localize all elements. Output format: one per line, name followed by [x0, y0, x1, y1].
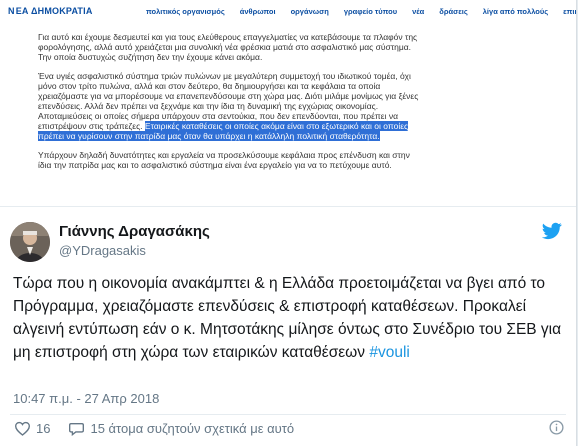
site-nav-item: οργάνωση — [290, 7, 329, 16]
author-name[interactable]: Γιάννης Δραγασάκης — [59, 223, 210, 240]
author-handle[interactable]: @YDragasakis — [59, 243, 146, 258]
tweet-timestamp[interactable]: 10:47 π.μ. - 27 Απρ 2018 — [13, 391, 159, 406]
article-paragraph: Ένα υγιές ασφαλιστικό σύστημα τριών πυλώ… — [38, 71, 508, 141]
logo-text: ΕΑ ΔΗΜΟΚΡΑΤΙΑ — [15, 6, 93, 16]
hashtag-link[interactable]: #vouli — [369, 344, 410, 361]
site-nav-item: νέα — [412, 7, 425, 16]
article-line-text: Για αυτό και έχουμε δεσμευτεί και για το… — [38, 32, 418, 42]
divider — [10, 414, 566, 415]
article-line-text: Αποταμιεύσεις οι οποίες σήμερα υπάρχουν … — [38, 111, 399, 121]
site-nav-item: επικοινων — [563, 7, 576, 16]
tweet-card: ΝΕΑ ΔΗΜΟΚΡΑΤΙΑ πολιτικός οργανισμός άνθρω… — [0, 0, 577, 446]
article-line: Ένα υγιές ασφαλιστικό σύστημα τριών πυλώ… — [38, 71, 508, 81]
article-line: μόνο στον τρίτο πυλώνα, αλλά και στον δε… — [38, 81, 508, 91]
site-nav-bar: ΝΕΑ ΔΗΜΟΚΡΑΤΙΑ πολιτικός οργανισμός άνθρω… — [0, 0, 576, 26]
article-line: Για αυτό και έχουμε δεσμευτεί και για το… — [38, 32, 508, 42]
tweet-actions: 16 15 άτομα συζητούν σχετικά με αυτό — [14, 421, 312, 436]
article-paragraph: Για αυτό και έχουμε δεσμευτεί και για το… — [38, 32, 508, 62]
article-text: Για αυτό και έχουμε δεσμευτεί και για το… — [38, 32, 508, 179]
tweet-text: Τώρα που η οικονομία ανακάμπτει & η Ελλά… — [13, 272, 565, 364]
article-line-text: Ένα υγιές ασφαλιστικό σύστημα τριών πυλώ… — [38, 71, 411, 81]
site-nav-item: άνθρωποι — [239, 7, 276, 16]
highlighted-text: πρέπει να γυρίσουν στην πατρίδα μας όταν… — [38, 131, 380, 141]
site-nav-items: πολιτικός οργανισμός άνθρωποι οργάνωση γραφ… — [146, 7, 576, 16]
article-line-text: επιστρέψουν στις τράπεζες. — [38, 121, 143, 131]
article-line: ίδια την πατρίδα μας και το ασφαλιστικό … — [38, 160, 508, 170]
article-line-text: χρειαζόμαστε για να μπορέσουμε να επανεπ… — [38, 91, 419, 101]
logo-prefix: Ν — [8, 6, 15, 16]
article-line: πρέπει να γυρίσουν στην πατρίδα μας όταν… — [38, 131, 508, 141]
highlighted-text: Εταιρικές καταθέσεις οι οποίες ακόμα είν… — [144, 121, 409, 131]
article-line-text: Υπάρχουν δηλαδή δυνατότητες και εργαλεία… — [38, 150, 410, 160]
site-nav-item: λίγα από πολλούς — [482, 7, 549, 16]
article-line-text: μόνο στον τρίτο πυλώνα, αλλά και στον δε… — [38, 81, 381, 91]
tweet-body: Τώρα που η οικονομία ανακάμπτει & η Ελλά… — [13, 275, 562, 361]
tweet-header: Γιάννης Δραγασάκης @YDragasakis — [10, 222, 566, 262]
nd-logo: ΝΕΑ ΔΗΜΟΚΡΑΤΙΑ — [8, 6, 93, 16]
article-line: χρειαζόμαστε για να μπορέσουμε να επανεπ… — [38, 91, 508, 101]
article-line: Την οποία δυστυχώς συζήτηση δεν την έχου… — [38, 52, 508, 62]
replies-link[interactable]: 15 άτομα συζητούν σχετικά με αυτό — [68, 421, 294, 436]
twitter-bird-icon[interactable] — [542, 222, 562, 240]
like-button[interactable]: 16 — [14, 421, 50, 436]
article-screenshot-image: ΝΕΑ ΔΗΜΟΚΡΑΤΙΑ πολιτικός οργανισμός άνθρω… — [0, 0, 576, 207]
article-paragraph: Υπάρχουν δηλαδή δυνατότητες και εργαλεία… — [38, 150, 508, 170]
article-line-text: ίδια την πατρίδα μας και το ασφαλιστικό … — [38, 160, 392, 170]
article-line-text: Την οποία δυστυχώς συζήτηση δεν την έχου… — [38, 52, 263, 62]
reply-bubble-icon — [69, 423, 85, 436]
article-line: επενδύσεις. Αλλά δεν πρέπει να ξεχνάμε κ… — [38, 101, 508, 111]
article-line-text: φορολόγησης, αλλά αυτό χρειάζεται μια συ… — [38, 42, 412, 52]
avatar[interactable] — [10, 222, 50, 262]
heart-icon — [14, 421, 31, 436]
site-nav-item: πολιτικός οργανισμός — [146, 7, 225, 16]
article-line: φορολόγησης, αλλά αυτό χρειάζεται μια συ… — [38, 42, 508, 52]
article-line-text: επενδύσεις. Αλλά δεν πρέπει να ξεχνάμε κ… — [38, 101, 379, 111]
replies-text: 15 άτομα συζητούν σχετικά με αυτό — [90, 421, 295, 436]
article-line: Υπάρχουν δηλαδή δυνατότητες και εργαλεία… — [38, 150, 508, 160]
site-nav-item: γραφείο τύπου — [343, 7, 398, 16]
avatar-portrait-image — [10, 222, 50, 262]
site-nav-item: δράσεις — [439, 7, 468, 16]
article-line: επιστρέψουν στις τράπεζες. Εταιρικές κατ… — [38, 121, 508, 131]
info-icon[interactable] — [549, 420, 564, 435]
like-count: 16 — [36, 421, 51, 436]
article-line: Αποταμιεύσεις οι οποίες σήμερα υπάρχουν … — [38, 111, 508, 121]
